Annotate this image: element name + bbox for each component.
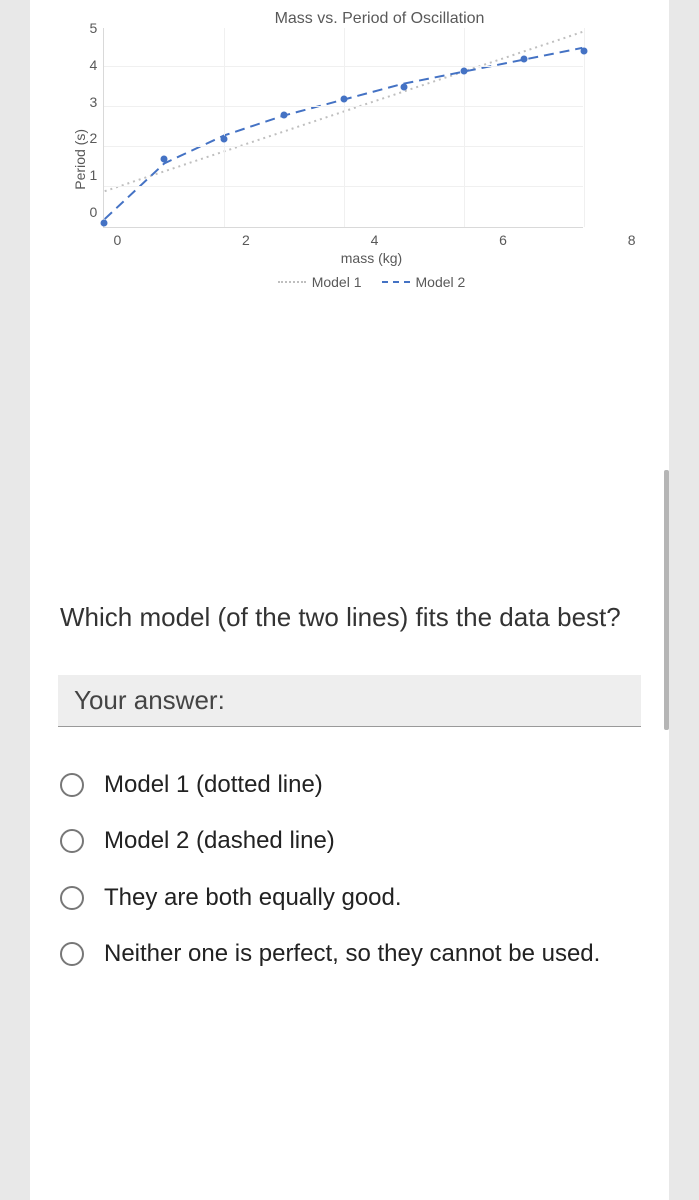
- data-point: [461, 68, 468, 75]
- ytick: 5: [90, 20, 98, 36]
- xtick: 0: [114, 232, 122, 248]
- page: Mass vs. Period of Oscillation Period (s…: [30, 0, 669, 1200]
- radio-icon: [60, 886, 84, 910]
- data-point: [341, 96, 348, 103]
- xtick: 2: [242, 232, 250, 248]
- legend-item-model1: Model 1: [278, 274, 362, 290]
- x-axis-ticks: 0 2 4 6 8: [114, 228, 636, 248]
- ytick: 4: [90, 57, 98, 73]
- chart-title: Mass vs. Period of Oscillation: [70, 10, 630, 28]
- y-axis-ticks: 5 4 3 2 1 0: [90, 20, 104, 220]
- xtick: 8: [628, 232, 636, 248]
- option-label: Model 2 (dashed line): [104, 825, 639, 857]
- chart: Mass vs. Period of Oscillation Period (s…: [70, 0, 630, 290]
- y-axis-label: Period (s): [70, 129, 90, 190]
- legend-label: Model 1: [312, 274, 362, 290]
- legend-label: Model 2: [416, 274, 466, 290]
- radio-icon: [60, 773, 84, 797]
- ytick: 3: [90, 94, 98, 110]
- option-label: Model 1 (dotted line): [104, 769, 639, 801]
- ytick: 2: [90, 130, 98, 146]
- legend-swatch-dashed: [382, 281, 410, 283]
- xtick: 4: [371, 232, 379, 248]
- data-point: [401, 84, 408, 91]
- legend-swatch-dotted: [278, 281, 306, 283]
- xtick: 6: [499, 232, 507, 248]
- chart-legend: Model 1 Model 2: [114, 266, 630, 290]
- option-neither[interactable]: Neither one is perfect, so they cannot b…: [60, 926, 639, 982]
- option-model2[interactable]: Model 2 (dashed line): [60, 813, 639, 869]
- x-axis-label: mass (kg): [114, 248, 630, 266]
- data-point: [221, 136, 228, 143]
- question-text: Which model (of the two lines) fits the …: [50, 570, 649, 675]
- ytick: 1: [90, 167, 98, 183]
- legend-item-model2: Model 2: [382, 274, 466, 290]
- option-label: Neither one is perfect, so they cannot b…: [104, 938, 639, 970]
- option-model1[interactable]: Model 1 (dotted line): [60, 757, 639, 813]
- data-point: [281, 112, 288, 119]
- data-point: [101, 220, 108, 227]
- answer-header: Your answer:: [58, 675, 641, 727]
- data-point: [521, 56, 528, 63]
- scrollbar-thumb[interactable]: [664, 470, 669, 730]
- option-label: They are both equally good.: [104, 882, 639, 914]
- data-point: [581, 48, 588, 55]
- plot-area: [103, 28, 583, 228]
- radio-icon: [60, 942, 84, 966]
- answer-options: Model 1 (dotted line) Model 2 (dashed li…: [50, 757, 649, 983]
- ytick: 0: [90, 204, 98, 220]
- option-equally-good[interactable]: They are both equally good.: [60, 870, 639, 926]
- data-point: [161, 156, 168, 163]
- radio-icon: [60, 829, 84, 853]
